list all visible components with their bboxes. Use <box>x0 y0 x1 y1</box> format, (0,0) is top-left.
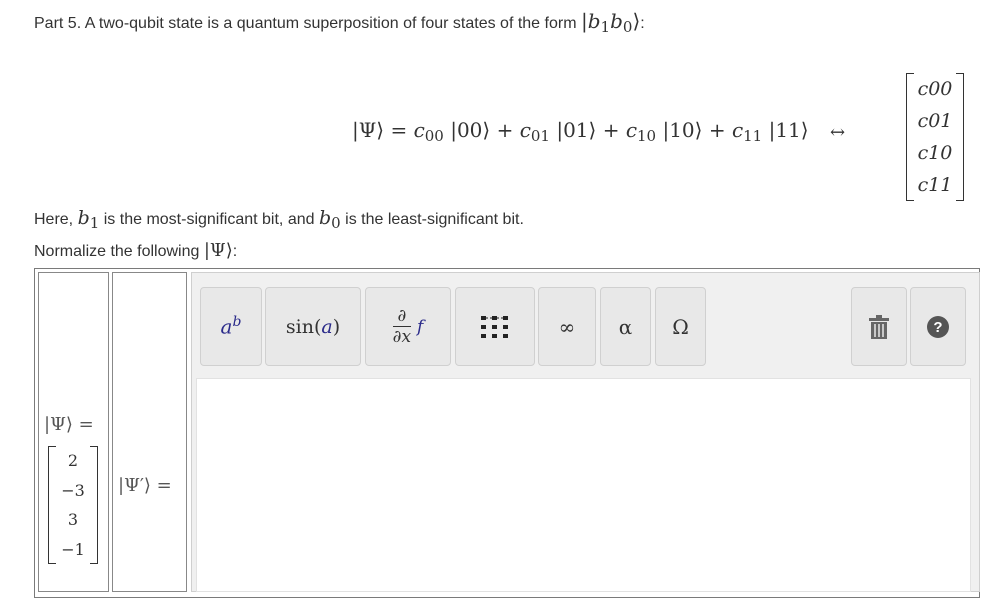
function-button[interactable]: sin(a) <box>265 287 361 366</box>
coefficient-c10: c10 <box>917 142 953 164</box>
svg-text:?: ? <box>933 319 942 336</box>
psi-entry-1: 2 <box>67 451 79 471</box>
superscript-button[interactable]: ab <box>200 287 262 366</box>
psi-entry-4: −1 <box>61 539 85 559</box>
normalize-instruction: Normalize the following |Ψ⟩: <box>34 240 237 261</box>
psi-entry-3: 3 <box>67 510 79 530</box>
lsb-symbol: b0 <box>318 207 341 232</box>
here-prefix: Here, <box>34 211 74 228</box>
superscript-glyph: ab <box>220 314 242 339</box>
here-mid: is the most-significant bit, and <box>103 211 315 228</box>
trash-icon <box>869 314 889 339</box>
omega-button[interactable]: Ω <box>655 287 706 366</box>
superposition-equation: |Ψ⟩ = c00 |00⟩ + c01 |01⟩ + c10 |10⟩ + c… <box>352 118 809 145</box>
calculus-button[interactable]: ∂ ∂x f <box>365 287 451 366</box>
infinity-glyph: ∞ <box>558 314 576 339</box>
calculus-glyph: ∂ ∂x f <box>392 305 424 347</box>
prompt-intro: Part 5. A two-qubit state is a quantum s… <box>34 9 645 36</box>
matrix-icon <box>481 315 508 338</box>
help-icon: ? <box>927 315 949 338</box>
here-suffix: is the least-significant bit. <box>345 211 524 228</box>
intro-colon: : <box>640 15 645 32</box>
alpha-glyph: α <box>618 314 633 339</box>
psi-equals-label: |Ψ⟩ = <box>44 414 94 435</box>
coefficient-c11: c11 <box>917 174 953 196</box>
infinity-button[interactable]: ∞ <box>538 287 596 366</box>
greek-button[interactable]: α <box>600 287 651 366</box>
matrix-button[interactable] <box>455 287 535 366</box>
normalize-colon: : <box>232 243 238 260</box>
correspondence-arrow: ↔ <box>830 122 846 143</box>
psi-prime-equals-label: |Ψ′⟩ = <box>118 475 172 496</box>
basis-ket: |b1b0⟩ <box>580 9 641 36</box>
psi-vector: 2 −3 3 −1 <box>48 446 98 564</box>
coefficient-vector: c00 c01 c10 c11 <box>906 73 964 201</box>
function-glyph: sin(a) <box>285 315 341 338</box>
normalized-state-cell <box>112 272 187 592</box>
psi-ket: |Ψ⟩ <box>203 240 233 261</box>
answer-input[interactable] <box>196 378 971 592</box>
msb-symbol: b1 <box>77 207 100 232</box>
coefficient-c00: c00 <box>917 78 953 100</box>
normalize-prefix: Normalize the following <box>34 243 200 260</box>
trash-button[interactable] <box>851 287 907 366</box>
bit-significance-note: Here, b1 is the most-significant bit, an… <box>34 207 524 232</box>
omega-glyph: Ω <box>672 314 689 339</box>
intro-text: Part 5. A two-qubit state is a quantum s… <box>34 15 577 32</box>
psi-entry-2: −3 <box>61 480 85 500</box>
help-button[interactable]: ? <box>910 287 966 366</box>
coefficient-c01: c01 <box>917 110 953 132</box>
